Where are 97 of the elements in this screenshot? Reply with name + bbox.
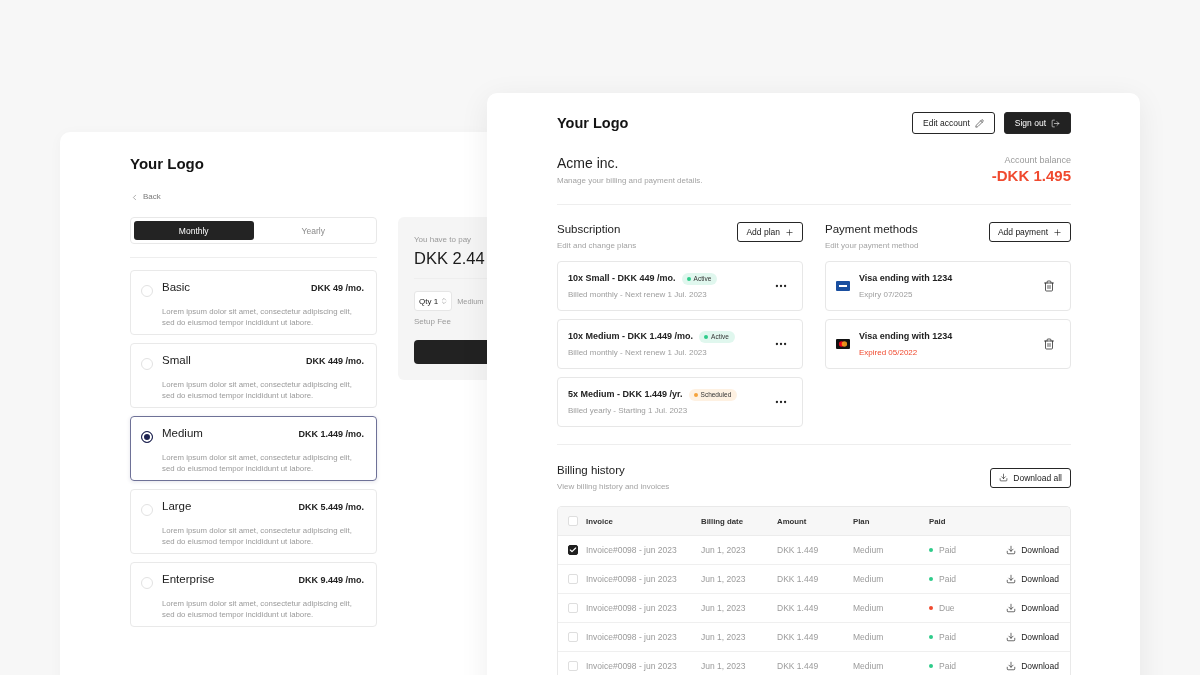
plan-name: Small [162,353,191,368]
plan-price: DKK 449 /mo. [305,355,364,366]
status-text: Paid [939,632,956,642]
chevrons-up-down-icon [440,297,449,305]
table-cell: Jun 1, 2023 [701,661,746,671]
card-logo-icon [836,281,850,291]
trash-icon [1043,280,1055,292]
download-link[interactable]: Download [1006,545,1059,555]
download-icon [1006,661,1017,671]
company-name: Acme inc. [557,154,619,172]
plan-name: Enterprise [162,572,215,587]
status-text: Paid [939,661,956,671]
status-text: Paid [939,545,956,555]
table-cell: Invoice#0098 - jun 2023 [586,545,677,555]
plan-title: 5x Medium - DKK 1.449 /yr. [568,388,683,401]
section-title: Payment methods [825,222,918,236]
radio-button[interactable] [141,430,153,443]
plan-name: Large [162,499,192,514]
period-tab[interactable]: Yearly [253,221,373,240]
pencil-icon [974,118,984,128]
table-cell: Medium [853,545,884,555]
table-cell: Invoice#0098 - jun 2023 [586,574,677,584]
checkbox[interactable] [568,545,578,555]
billing-detail: Billed monthly - Next renew 1 Jul. 2023 [568,347,707,358]
balance-amount: -DKK 1.495 [991,167,1071,185]
logo: Your Logo [130,155,204,173]
quantity-select[interactable]: Qty 1 [414,291,453,311]
billing-detail: Billed monthly - Next renew 1 Jul. 2023 [568,289,707,300]
table-cell: Invoice#0098 - jun 2023 [586,603,677,613]
table-cell: DKK 1.449 [777,545,819,555]
card-expiry: Expiry 07/2025 [859,289,913,300]
card-circles-icon [836,339,850,349]
download-link[interactable]: Download [1006,603,1059,613]
plan-price: DKK 49 /mo. [311,282,364,293]
table-cell: Medium [853,603,884,613]
card-expiry: Expired 05/2022 [859,347,918,358]
table-cell: DKK 1.449 [777,632,819,642]
table-cell: Jun 1, 2023 [701,603,746,613]
chevron-left-icon [130,192,139,202]
sign-out-button[interactable]: Sign out [1003,112,1071,134]
download-all-button[interactable]: Download all [990,467,1071,488]
status-text: Due [939,603,955,613]
balance-label: Account balance [1004,154,1071,166]
download-icon [1006,574,1017,584]
table-cell: Jun 1, 2023 [701,574,746,584]
section-subtitle: Edit and change plans [557,240,637,251]
setup-fee-label: Setup Fee [414,316,451,327]
plan-price: DKK 1.449 /mo. [298,428,364,439]
add-plan-button[interactable]: Add plan [737,222,803,242]
download-icon [1006,603,1017,613]
log-out-icon [1051,118,1060,128]
check-icon [569,546,577,554]
table-cell: Jun 1, 2023 [701,545,746,555]
total-amount: DKK 2.44 [414,248,485,268]
section-title: Subscription [557,222,621,236]
plan-price: DKK 9.449 /mo. [298,574,364,585]
card-name: Visa ending with 1234 [859,272,953,285]
billing-detail: Billed yearly - Starting 1 Jul. 2023 [568,405,688,416]
table-cell: DKK 1.449 [777,661,819,671]
back-label: Back [143,191,161,203]
card-name: Visa ending with 1234 [859,330,953,343]
section-subtitle: Edit your payment method [825,240,919,251]
table-cell: DKK 1.449 [777,574,819,584]
table-cell: Invoice#0098 - jun 2023 [586,632,677,642]
plan-title: 10x Medium - DKK 1.449 /mo. [568,330,694,343]
submit-button[interactable] [414,340,487,364]
period-tab[interactable]: Monthly [134,221,254,240]
section-subtitle: View billing history and invoices [557,481,670,492]
download-link[interactable]: Download [1006,574,1059,584]
summary-label: You have to pay [414,234,472,245]
plan-name: Medium [162,426,203,441]
table-cell: Invoice#0098 - jun 2023 [586,661,677,671]
plan-price: DKK 5.449 /mo. [298,501,364,512]
back-link[interactable]: Back [130,191,161,203]
download-link[interactable]: Download [1006,661,1059,671]
plus-icon [1053,227,1062,237]
page-subtitle: Manage your billing and payment details. [557,175,703,186]
plan-title: 10x Small - DKK 449 /mo. [568,272,676,285]
logo: Your Logo [557,114,629,132]
add-payment-button[interactable]: Add payment [988,222,1071,242]
download-icon [999,473,1009,482]
plus-icon [785,227,794,237]
table-cell: Medium [853,632,884,642]
table-cell: Medium [853,574,884,584]
table-cell: Medium [853,661,884,671]
delete-button[interactable] [1043,338,1055,350]
download-link[interactable]: Download [1006,632,1059,642]
status-text: Paid [939,574,956,584]
section-title: Billing history [557,463,625,477]
delete-button[interactable] [1043,280,1055,292]
table-cell: DKK 1.449 [777,603,819,613]
plan-name: Basic [162,280,191,295]
trash-icon [1043,338,1055,350]
download-icon [1006,632,1017,642]
table-cell: Jun 1, 2023 [701,632,746,642]
edit-account-button[interactable]: Edit account [912,112,995,134]
download-icon [1006,545,1017,555]
